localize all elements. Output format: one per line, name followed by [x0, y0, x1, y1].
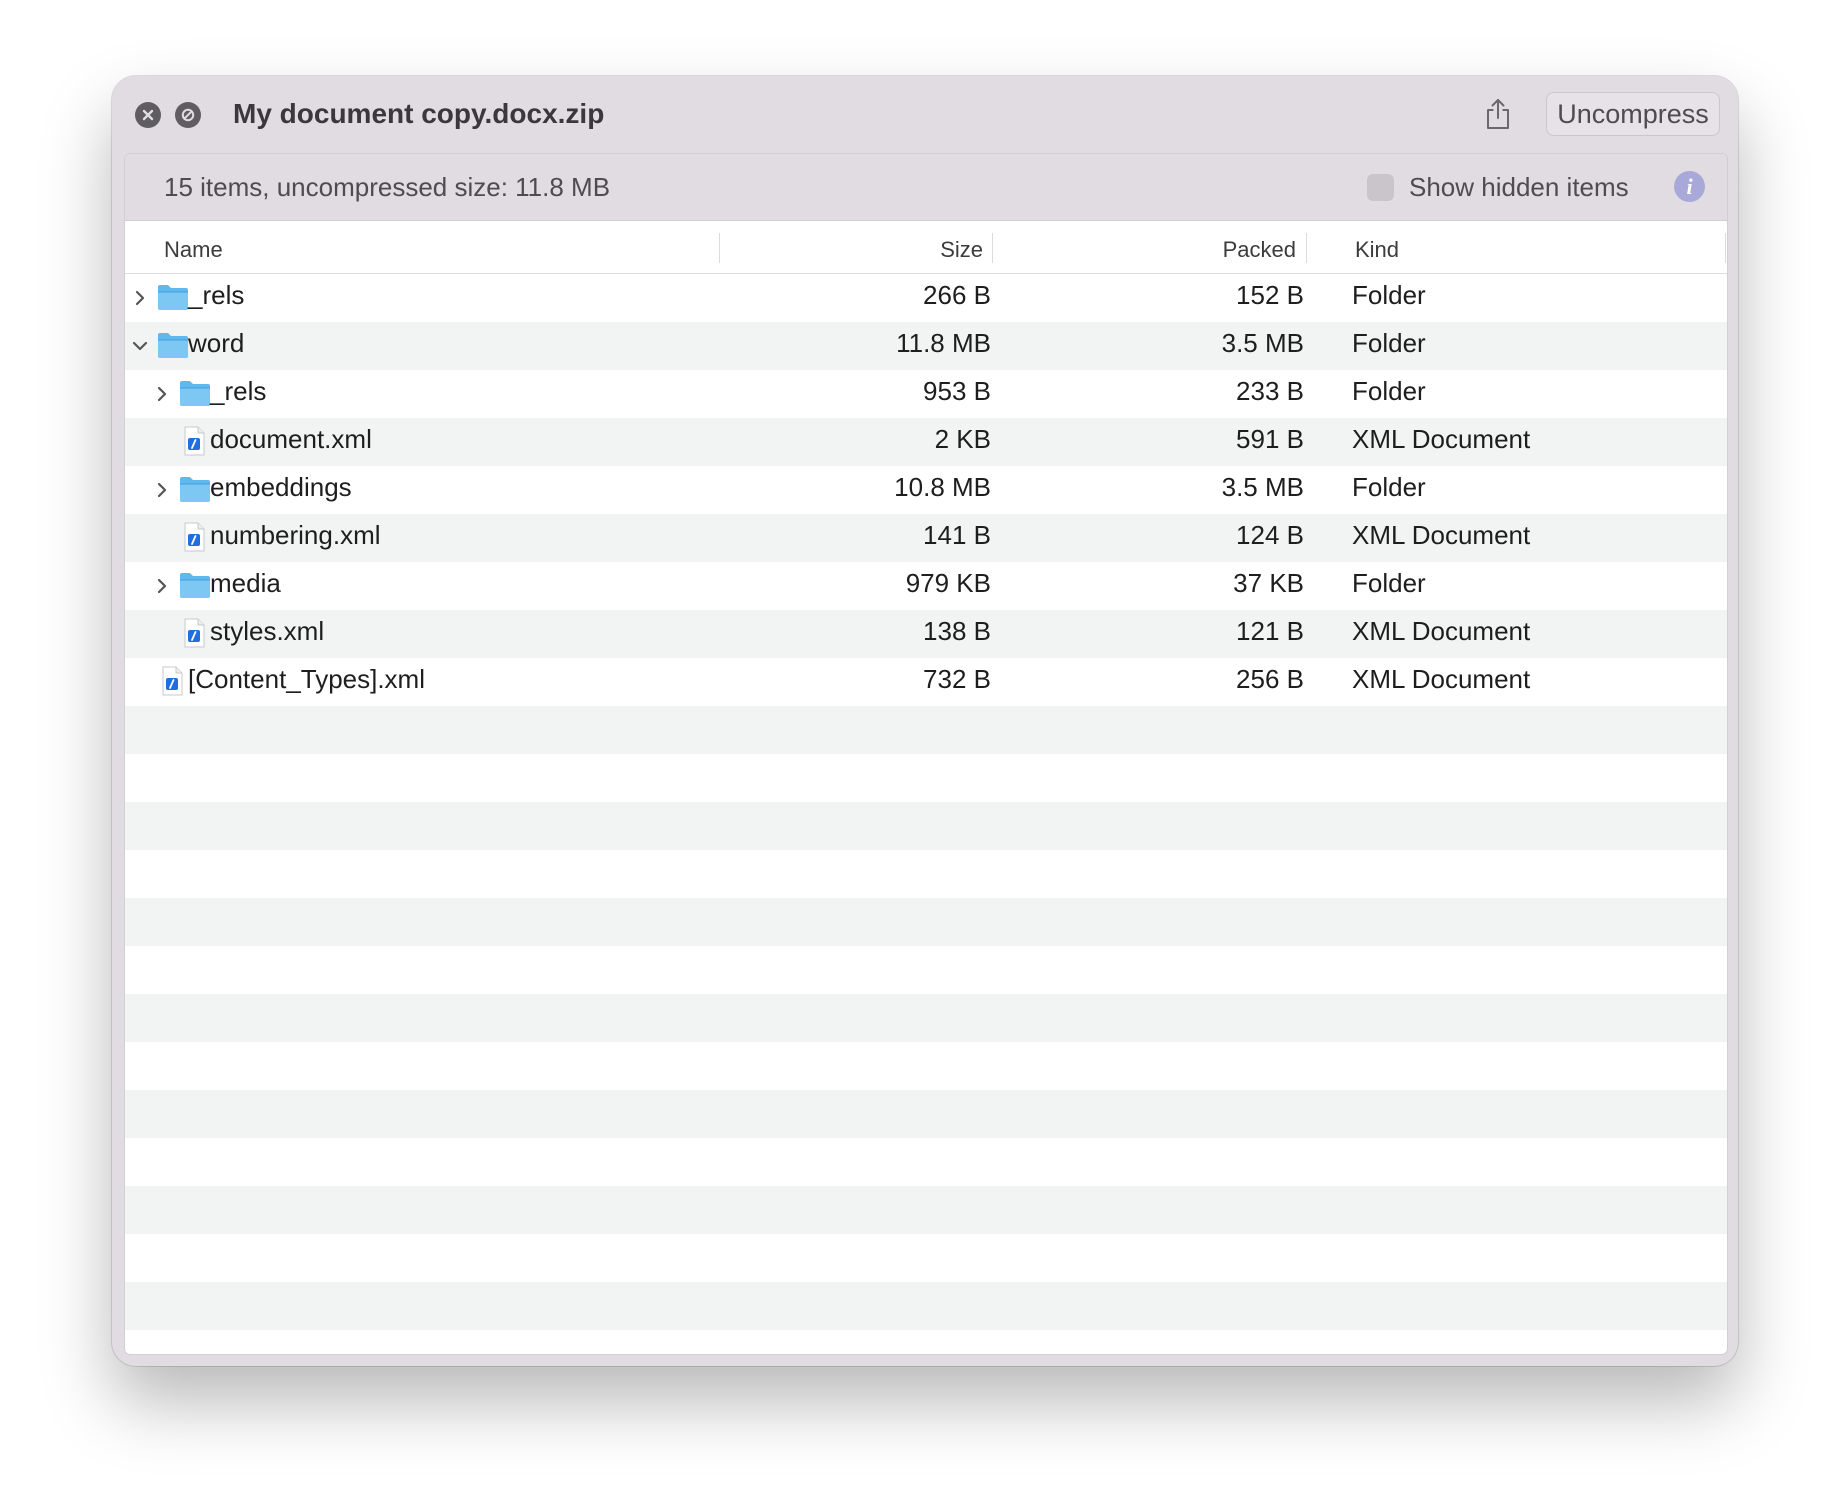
- file-size: 141 B: [923, 520, 991, 550]
- column-separator[interactable]: [1306, 233, 1307, 263]
- file-kind: Folder: [1352, 280, 1426, 310]
- file-packed-size: 121 B: [1236, 616, 1304, 646]
- column-header-kind[interactable]: Kind: [1355, 237, 1399, 263]
- file-packed-size: 124 B: [1236, 520, 1304, 550]
- file-row[interactable]: embeddings 10.8 MB 3.5 MB Folder: [125, 466, 1727, 514]
- file-row[interactable]: _rels 953 B 233 B Folder: [125, 370, 1727, 418]
- file-kind: XML Document: [1352, 616, 1531, 646]
- empty-row: [125, 994, 1727, 1042]
- file-size: 11.8 MB: [896, 328, 991, 358]
- empty-row: [125, 802, 1727, 850]
- empty-row: [125, 706, 1727, 754]
- archive-summary: 15 items, uncompressed size: 11.8 MB: [164, 172, 611, 202]
- show-hidden-checkbox[interactable]: [1367, 174, 1394, 201]
- empty-row: [125, 754, 1727, 802]
- file-kind: Folder: [1352, 376, 1426, 406]
- empty-row: [125, 1186, 1727, 1234]
- file-size: 266 B: [923, 280, 991, 310]
- empty-row: [125, 1282, 1727, 1330]
- column-header-packed[interactable]: Packed: [1223, 237, 1296, 263]
- file-name: media: [210, 568, 281, 598]
- info-button[interactable]: i: [1674, 171, 1705, 202]
- file-kind: Folder: [1352, 472, 1426, 502]
- file-packed-size: 37 KB: [1233, 568, 1304, 598]
- file-size: 732 B: [923, 664, 991, 694]
- column-header: Name Size Packed Kind: [125, 221, 1727, 274]
- chevron-right-icon[interactable]: [130, 286, 150, 310]
- file-row[interactable]: [Content_Types].xml 732 B 256 B XML Documen…: [125, 658, 1727, 706]
- column-separator[interactable]: [992, 233, 993, 263]
- file-name: _rels: [188, 280, 245, 310]
- file-packed-size: 3.5 MB: [1221, 328, 1304, 358]
- empty-row: [125, 946, 1727, 994]
- file-kind: XML Document: [1352, 520, 1531, 550]
- file-size: 138 B: [923, 616, 991, 646]
- folder-icon: [179, 379, 211, 414]
- file-row[interactable]: word 11.8 MB 3.5 MB Folder: [125, 322, 1727, 370]
- archive-window: My document copy.docx.zip Uncompress 15 …: [112, 76, 1738, 1366]
- file-name: word: [188, 328, 245, 358]
- empty-row: [125, 1138, 1727, 1186]
- info-icon: i: [1686, 173, 1693, 199]
- stop-button[interactable]: [175, 102, 201, 128]
- xml-document-icon: [182, 426, 206, 463]
- file-name: _rels: [210, 376, 267, 406]
- file-name: embeddings: [210, 472, 352, 502]
- column-header-name[interactable]: Name: [164, 237, 223, 263]
- file-row[interactable]: styles.xml 138 B 121 B XML Document: [125, 610, 1727, 658]
- share-button[interactable]: [1478, 94, 1518, 134]
- folder-icon: [157, 283, 189, 318]
- file-packed-size: 233 B: [1236, 376, 1304, 406]
- empty-row: [125, 1042, 1727, 1090]
- file-row[interactable]: media 979 KB 37 KB Folder: [125, 562, 1727, 610]
- close-icon: [142, 109, 154, 121]
- chevron-down-icon[interactable]: [130, 334, 150, 358]
- file-kind: XML Document: [1352, 424, 1531, 454]
- show-hidden-label[interactable]: Show hidden items: [1409, 172, 1629, 203]
- file-packed-size: 152 B: [1236, 280, 1304, 310]
- file-list: _rels 266 B 152 B Folder word 11.8 MB 3.5 MB Fo…: [125, 274, 1727, 1330]
- file-row[interactable]: _rels 266 B 152 B Folder: [125, 274, 1727, 322]
- file-kind: XML Document: [1352, 664, 1531, 694]
- title-bar: My document copy.docx.zip Uncompress: [112, 76, 1738, 152]
- file-name: [Content_Types].xml: [188, 664, 425, 694]
- file-kind: Folder: [1352, 568, 1426, 598]
- file-packed-size: 256 B: [1236, 664, 1304, 694]
- empty-row: [125, 850, 1727, 898]
- info-bar: 15 items, uncompressed size: 11.8 MB Sho…: [125, 154, 1727, 221]
- empty-row: [125, 898, 1727, 946]
- file-name: numbering.xml: [210, 520, 381, 550]
- close-button[interactable]: [135, 102, 161, 128]
- file-row[interactable]: document.xml 2 KB 591 B XML Document: [125, 418, 1727, 466]
- archive-content: 15 items, uncompressed size: 11.8 MB Sho…: [124, 153, 1728, 1355]
- column-separator: [1725, 233, 1726, 263]
- window-title: My document copy.docx.zip: [233, 98, 605, 129]
- xml-document-icon: [160, 666, 184, 703]
- folder-icon: [157, 331, 189, 366]
- file-packed-size: 3.5 MB: [1221, 472, 1304, 502]
- empty-row: [125, 1234, 1727, 1282]
- column-header-size[interactable]: Size: [940, 237, 983, 263]
- stop-icon: [181, 108, 195, 122]
- file-kind: Folder: [1352, 328, 1426, 358]
- folder-icon: [179, 571, 211, 606]
- file-row[interactable]: numbering.xml 141 B 124 B XML Document: [125, 514, 1727, 562]
- uncompress-button[interactable]: Uncompress: [1546, 92, 1720, 136]
- file-size: 10.8 MB: [894, 472, 991, 502]
- file-size: 2 KB: [934, 424, 991, 454]
- column-separator[interactable]: [719, 233, 720, 263]
- chevron-right-icon[interactable]: [152, 382, 172, 406]
- file-name: styles.xml: [210, 616, 325, 646]
- file-packed-size: 591 B: [1236, 424, 1304, 454]
- empty-row: [125, 1090, 1727, 1138]
- file-size: 953 B: [923, 376, 991, 406]
- chevron-right-icon[interactable]: [152, 478, 172, 502]
- xml-document-icon: [182, 618, 206, 655]
- chevron-right-icon[interactable]: [152, 574, 172, 598]
- folder-icon: [179, 475, 211, 510]
- xml-document-icon: [182, 522, 206, 559]
- file-name: document.xml: [210, 424, 372, 454]
- file-size: 979 KB: [905, 568, 991, 598]
- share-icon: [1487, 99, 1509, 129]
